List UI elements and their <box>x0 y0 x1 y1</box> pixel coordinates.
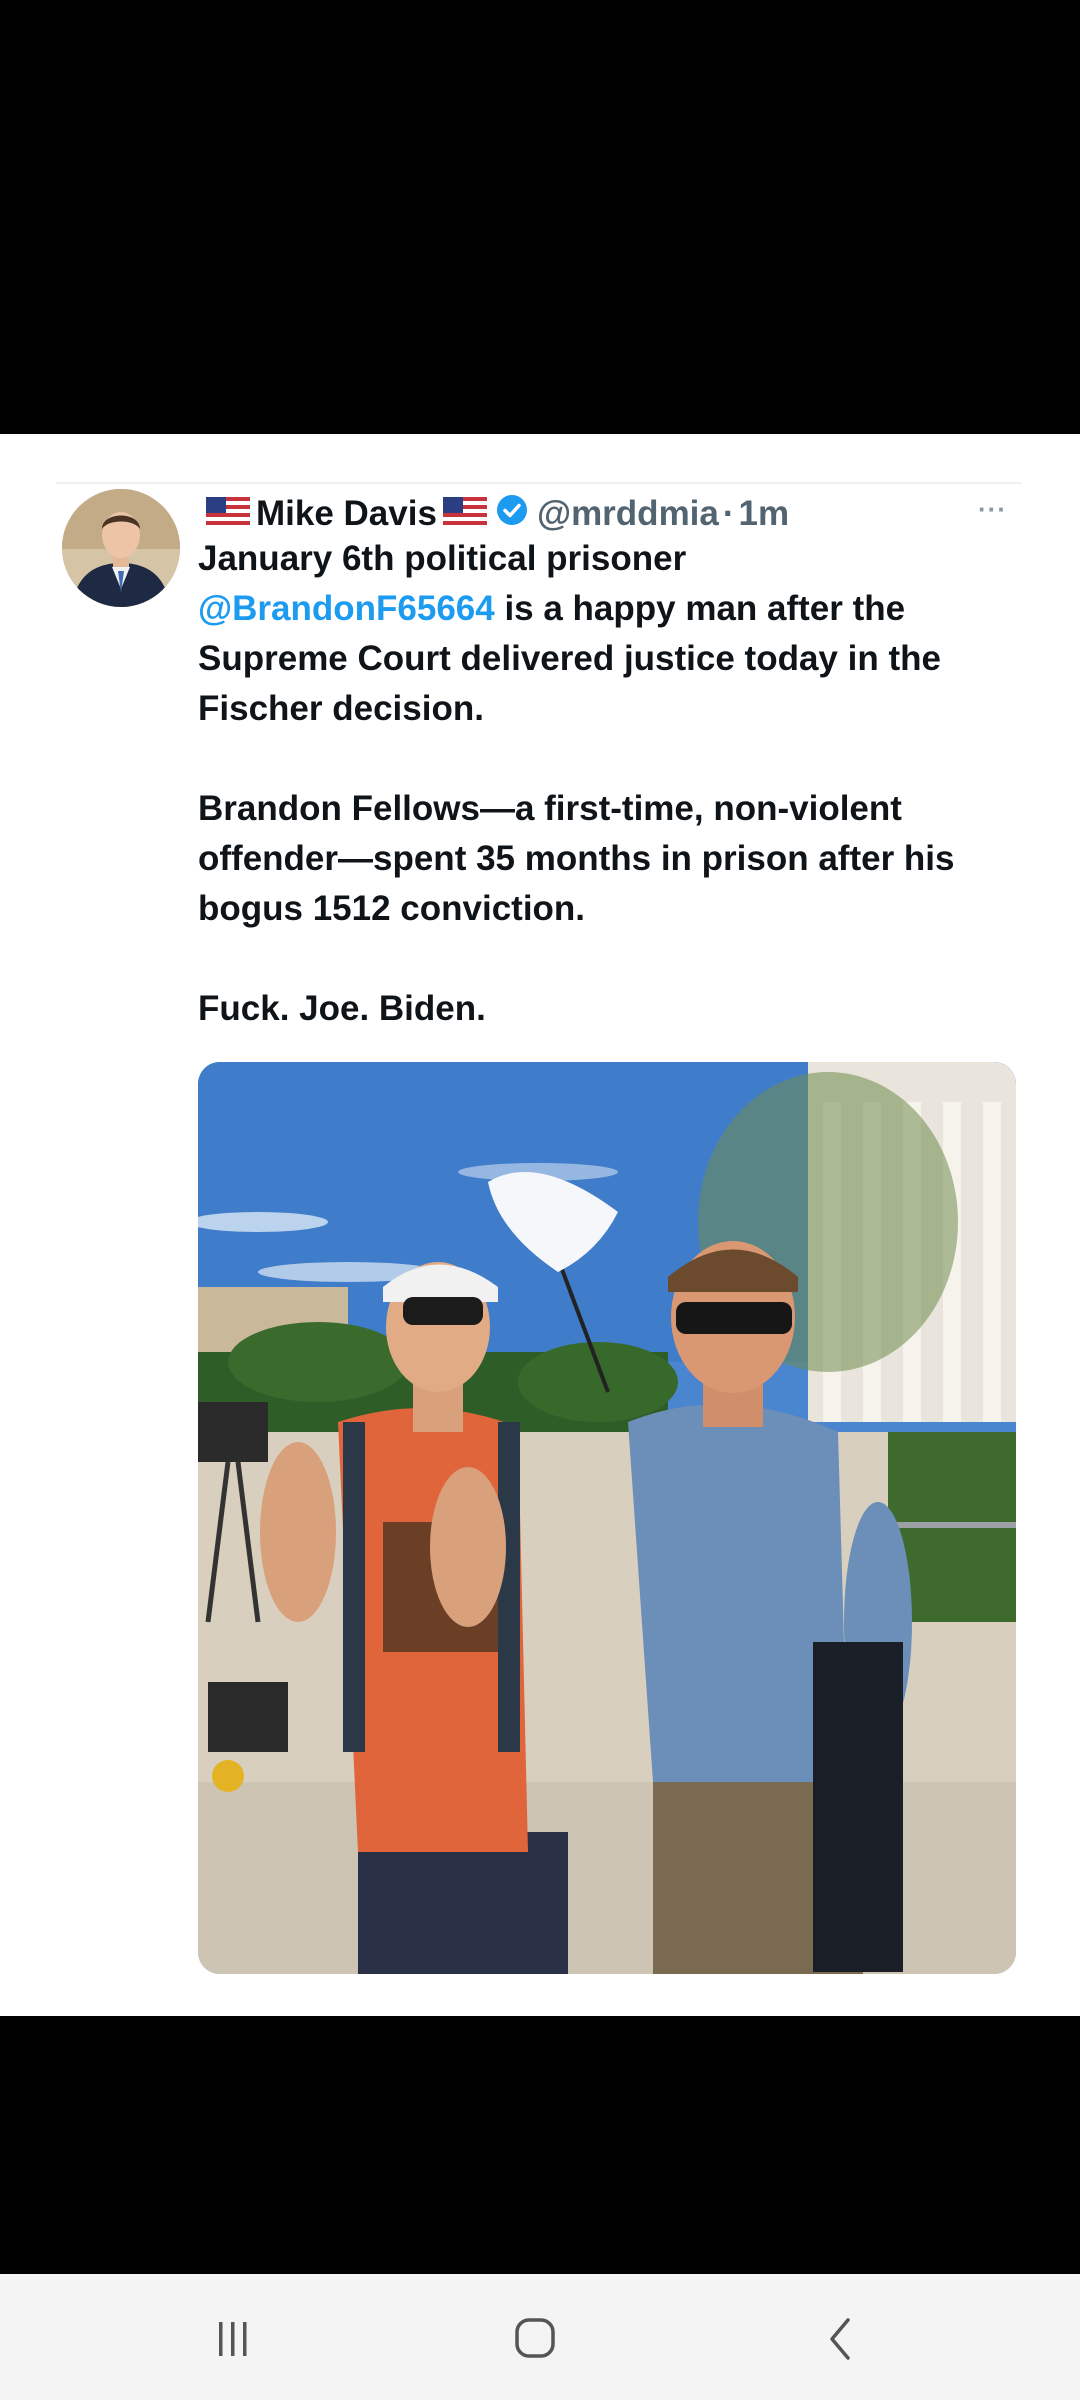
tweet-card[interactable]: Mike Davis @mrddmia · 1m ··· January 6th… <box>0 434 1080 2016</box>
system-navigation-bar <box>0 2274 1080 2400</box>
separator-dot: · <box>722 494 735 533</box>
us-flag-icon <box>206 494 250 534</box>
back-icon[interactable] <box>810 2314 870 2364</box>
tweet-intro: January 6th political prisoner <box>198 539 687 578</box>
tweet-paragraph-2: Brandon Fellows—a first-time, non-violen… <box>198 789 955 928</box>
timestamp: 1m <box>738 494 790 533</box>
tweet-photo[interactable] <box>198 1062 1016 1974</box>
author-name[interactable]: Mike Davis <box>256 494 437 534</box>
avatar[interactable] <box>62 489 180 607</box>
home-icon[interactable] <box>505 2314 565 2364</box>
tweet-text: January 6th political prisoner @BrandonF6… <box>198 534 1038 1034</box>
author-handle[interactable]: @mrddmia <box>537 494 719 534</box>
mention-link[interactable]: @BrandonF65664 <box>198 589 495 628</box>
tweet-paragraph-1: January 6th political prisoner @BrandonF6… <box>198 534 1038 734</box>
tweet-paragraph-3: Fuck. Joe. Biden. <box>198 989 486 1028</box>
recent-apps-icon[interactable] <box>203 2314 263 2364</box>
verified-badge-icon <box>495 493 529 536</box>
us-flag-icon <box>442 494 487 534</box>
more-options-button[interactable]: ··· <box>978 494 1007 525</box>
